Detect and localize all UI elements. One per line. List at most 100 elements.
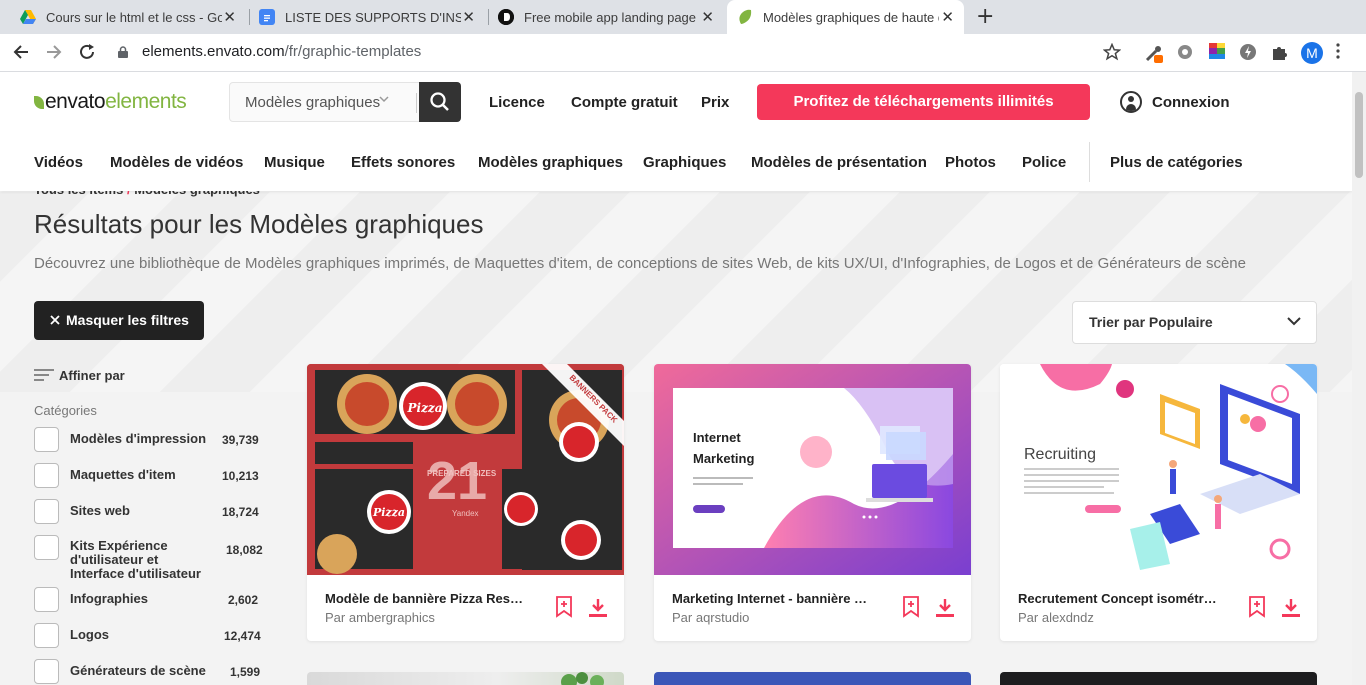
filter-checkbox[interactable]: [34, 535, 59, 560]
item-thumbnail[interactable]: Internet Marketing: [654, 364, 971, 575]
color-palette-extension-icon[interactable]: [1207, 43, 1227, 63]
profile-avatar[interactable]: M: [1301, 42, 1323, 64]
item-author[interactable]: Par aqrstudio: [672, 610, 749, 625]
item-card-partial[interactable]: [307, 672, 624, 685]
item-card-partial[interactable]: [654, 672, 971, 685]
refine-heading: Affiner par: [34, 368, 125, 383]
scrollbar-thumb[interactable]: [1355, 92, 1363, 178]
close-icon[interactable]: ✕: [701, 8, 714, 26]
filter-count: 1,599: [230, 665, 261, 679]
nav-pricing[interactable]: Prix: [701, 94, 729, 111]
category-videos[interactable]: Vidéos: [34, 154, 83, 171]
kebab-menu-icon[interactable]: [1334, 43, 1342, 63]
category-photos[interactable]: Photos: [945, 154, 996, 171]
close-icon[interactable]: ✕: [941, 8, 954, 26]
chevron-down-icon[interactable]: [378, 93, 390, 108]
url-host: elements.envato.com: [142, 43, 285, 60]
thumb-brand: Yandex: [452, 509, 479, 518]
lock-icon[interactable]: [117, 43, 129, 63]
hide-filters-button[interactable]: Masquer les filtres: [34, 301, 204, 340]
page-viewport: Tous les items / Modèles graphiques enva…: [0, 72, 1352, 685]
item-card-partial[interactable]: [1000, 672, 1317, 685]
search-category-select[interactable]: Modèles graphiques: [245, 94, 380, 111]
unlimited-downloads-button[interactable]: Profitez de téléchargements illimités: [757, 84, 1090, 120]
new-tab-button[interactable]: +: [976, 4, 994, 29]
filter-count: 18,082: [226, 543, 263, 557]
item-thumbnail[interactable]: 21 PREPARED SIZES Pizza Pizza Yandex BAN…: [307, 364, 624, 575]
item-title[interactable]: Recrutement Concept isométrique: [1018, 591, 1218, 606]
close-icon[interactable]: ✕: [223, 8, 236, 26]
filter-ux-ui-kits[interactable]: Kits Expérience d'utilisateur et Interfa…: [34, 535, 264, 581]
search-box: Modèles graphiques R: [229, 82, 461, 122]
tab-title: Modèles graphiques de haute q: [763, 9, 939, 25]
item-author[interactable]: Par alexdndz: [1018, 610, 1094, 625]
eyedropper-extension-icon[interactable]: [1144, 43, 1164, 63]
download-icon[interactable]: [588, 597, 608, 619]
search-button[interactable]: [419, 82, 461, 122]
browser-tab[interactable]: LISTE DES SUPPORTS D'INSPIRA ✕: [249, 0, 485, 34]
settings-extension-icon[interactable]: [1175, 43, 1195, 63]
envato-icon: [737, 9, 753, 25]
address-bar[interactable]: elements.envato.com/fr/graphic-templates: [142, 43, 421, 60]
categories-heading: Catégories: [34, 403, 97, 418]
category-graphic-templates[interactable]: Modèles graphiques: [478, 154, 623, 171]
filter-checkbox[interactable]: [34, 659, 59, 684]
item-title[interactable]: Modèle de bannière Pizza Resta...: [325, 591, 525, 606]
star-icon[interactable]: [1102, 42, 1122, 63]
filter-label: Maquettes d'item: [70, 467, 176, 482]
bookmark-add-icon[interactable]: [555, 596, 573, 618]
back-arrow-icon[interactable]: [11, 43, 31, 63]
filter-label: Modèles d'impression: [70, 431, 207, 446]
item-title[interactable]: Marketing Internet - bannière et ...: [672, 591, 872, 606]
sort-select[interactable]: Trier par Populaire: [1072, 301, 1317, 344]
login-button[interactable]: Connexion: [1120, 91, 1230, 113]
category-fonts[interactable]: Police: [1022, 154, 1066, 171]
reload-icon[interactable]: [77, 43, 97, 63]
filter-product-mockups[interactable]: Maquettes d'item 10,213: [34, 463, 264, 489]
category-presentation-templates[interactable]: Modèles de présentation: [751, 154, 927, 171]
download-icon[interactable]: [935, 597, 955, 619]
item-card[interactable]: Recruiting Recrutement Concept isométriq…: [1000, 364, 1317, 641]
filter-checkbox[interactable]: [34, 623, 59, 648]
page-scrollbar[interactable]: [1352, 72, 1366, 685]
category-sound-effects[interactable]: Effets sonores: [351, 154, 455, 171]
filter-websites[interactable]: Sites web 18,724: [34, 499, 264, 525]
filter-checkbox[interactable]: [34, 427, 59, 452]
puzzle-icon[interactable]: [1270, 43, 1290, 63]
download-icon[interactable]: [1281, 597, 1301, 619]
thumb-heading: Marketing: [693, 451, 754, 466]
category-video-templates[interactable]: Modèles de vidéos: [110, 154, 243, 171]
category-music[interactable]: Musique: [264, 154, 325, 171]
envato-elements-logo[interactable]: envatoelements: [34, 90, 187, 114]
nav-free-account[interactable]: Compte gratuit: [571, 94, 678, 111]
google-docs-icon: [259, 9, 275, 25]
filter-checkbox[interactable]: [34, 463, 59, 488]
close-icon[interactable]: ✕: [462, 8, 475, 26]
filter-infographics[interactable]: Infographies 2,602: [34, 587, 264, 613]
thumb-heading: Recruiting: [1024, 446, 1096, 463]
bookmark-add-icon[interactable]: [902, 596, 920, 618]
nav-licence[interactable]: Licence: [489, 94, 545, 111]
browser-tab[interactable]: Cours sur le html et le css - Goo ✕: [10, 0, 246, 34]
browser-tab-active[interactable]: Modèles graphiques de haute q ✕: [727, 0, 964, 34]
filter-checkbox[interactable]: [34, 499, 59, 524]
category-graphics[interactable]: Graphiques: [643, 154, 726, 171]
more-categories[interactable]: Plus de catégories: [1110, 154, 1243, 171]
item-card[interactable]: Internet Marketing Marketing Internet - …: [654, 364, 971, 641]
search-icon: [430, 92, 449, 111]
bookmark-add-icon[interactable]: [1248, 596, 1266, 618]
hide-filters-label: Masquer les filtres: [66, 312, 189, 328]
filter-scene-generators[interactable]: Générateurs de scène 1,599: [34, 659, 264, 685]
tab-title: LISTE DES SUPPORTS D'INSPIRA: [285, 9, 461, 25]
filter-logos[interactable]: Logos 12,474: [34, 623, 264, 649]
browser-tab[interactable]: Free mobile app landing page P ✕: [488, 0, 724, 34]
item-card[interactable]: 21 PREPARED SIZES Pizza Pizza Yandex BAN…: [307, 364, 624, 641]
extension-icon[interactable]: [1238, 43, 1258, 63]
filter-label: Générateurs de scène: [70, 663, 206, 678]
filter-print-templates[interactable]: Modèles d'impression 39,739: [34, 427, 264, 453]
dribbble-icon: [498, 9, 514, 25]
item-author[interactable]: Par ambergraphics: [325, 610, 435, 625]
filter-checkbox[interactable]: [34, 587, 59, 612]
item-thumbnail[interactable]: Recruiting: [1000, 364, 1317, 575]
forward-arrow-icon[interactable]: [44, 43, 64, 63]
